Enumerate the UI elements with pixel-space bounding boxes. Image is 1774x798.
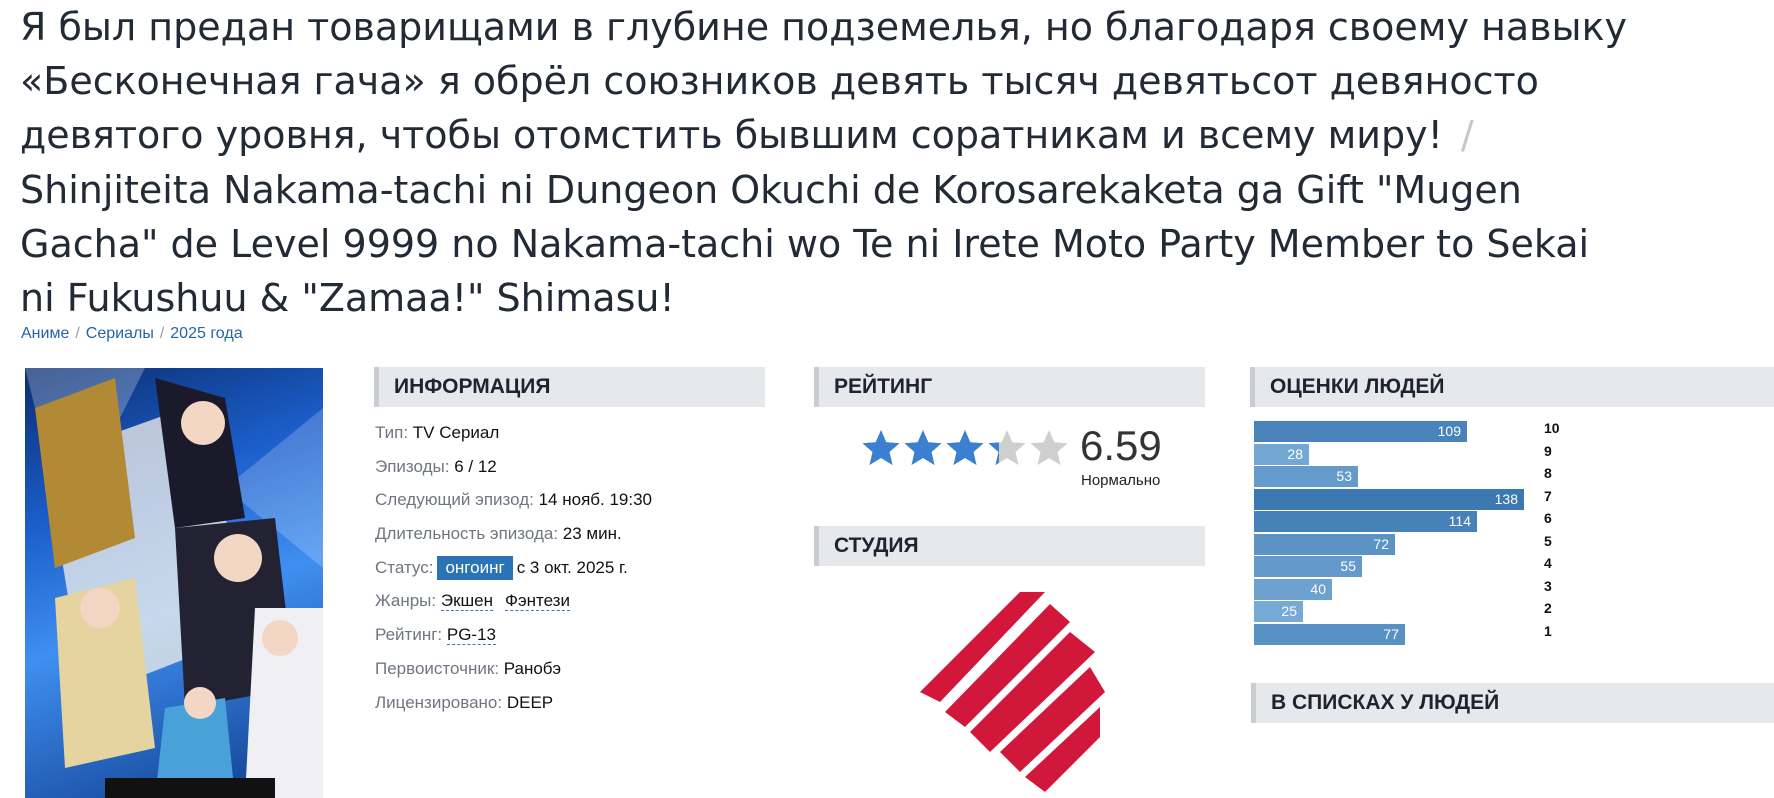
vote-bar: 53 — [1254, 466, 1358, 487]
info-label: Длительность эпизода: — [375, 524, 559, 544]
star-icon — [988, 430, 1026, 465]
vote-score-label: 2 — [1544, 600, 1552, 616]
info-row-episodes: Эпизоды: 6 / 12 — [375, 450, 652, 484]
info-row-genres: Жанры: Экшен Фэнтези — [375, 584, 652, 618]
votes-heading: ОЦЕНКИ ЛЮДЕЙ — [1250, 367, 1774, 407]
breadcrumb-separator: / — [75, 325, 80, 342]
vote-score-label: 8 — [1544, 465, 1552, 481]
info-label: Первоисточник: — [375, 658, 499, 678]
rating-heading: РЕЙТИНГ — [814, 367, 1205, 407]
title-line: Shinjiteita Nakama-tachi ni Dungeon Okuc… — [20, 167, 1522, 212]
info-row-licensed: Лицензировано: DEEP — [375, 686, 652, 720]
vote-bar: 72 — [1254, 533, 1395, 555]
info-row-status: Статус: онгоинг с 3 окт. 2025 г. — [375, 551, 652, 585]
title-line: Я был предан товарищами в глубине подзем… — [20, 5, 1628, 49]
info-label: Лицензировано: — [375, 692, 503, 712]
genre-link[interactable]: Экшен — [440, 591, 494, 612]
star-icon — [904, 430, 942, 465]
vote-score-label: 6 — [1544, 510, 1552, 526]
info-label: Жанры: — [375, 591, 437, 611]
title-line-text: девятого уровня, чтобы отомстить бывшим … — [20, 113, 1443, 158]
vote-bar: 114 — [1254, 511, 1477, 532]
vote-bar: 77 — [1254, 623, 1405, 645]
info-panel: Тип: TV Сериал Эпизоды: 6 / 12 Следующий… — [375, 416, 652, 719]
info-value: Ранобэ — [503, 658, 562, 678]
info-value: 6 / 12 — [454, 456, 497, 476]
vote-bar: 109 — [1254, 421, 1467, 442]
star-icon — [946, 430, 984, 465]
poster-art — [25, 368, 323, 798]
title-line: Gacha" de Level 9999 no Nakama-tachi wo … — [20, 221, 1590, 266]
studio-heading: СТУДИЯ — [814, 526, 1205, 566]
info-value: 14 нояб. 19:30 — [538, 490, 652, 510]
info-label: Следующий эпизод: — [375, 490, 534, 510]
info-label: Рейтинг: — [375, 625, 443, 645]
breadcrumb-link[interactable]: Сериалы — [86, 325, 154, 342]
title-line: девятого уровня, чтобы отомстить бывшим … — [20, 108, 1774, 162]
lists-heading: В СПИСКАХ У ЛЮДЕЙ — [1251, 683, 1774, 723]
studio-logo-icon — [920, 592, 1105, 792]
breadcrumb: Аниме / Сериалы / 2025 года — [21, 325, 243, 343]
star-icon — [1030, 430, 1068, 465]
info-row-type: Тип: TV Сериал — [375, 416, 652, 450]
vote-bar: 40 — [1254, 578, 1332, 600]
info-row-source: Первоисточник: Ранобэ — [375, 652, 652, 686]
status-badge[interactable]: онгоинг — [437, 556, 513, 581]
title-separator: / — [1460, 113, 1474, 158]
info-label: Тип: — [375, 423, 409, 442]
info-value: TV Сериал — [412, 423, 500, 442]
age-rating-link[interactable]: PG-13 — [446, 625, 497, 646]
genre-link[interactable]: Фэнтези — [505, 591, 570, 612]
info-label: Статус: — [375, 557, 434, 577]
rating-stars — [861, 428, 1071, 468]
title-line: «Бесконечная гача» я обрёл союзников дев… — [20, 59, 1539, 104]
rating-score: 6.59 — [1080, 422, 1162, 469]
vote-score-label: 9 — [1544, 442, 1552, 459]
vote-score-label: 4 — [1544, 555, 1552, 571]
vote-score-label: 3 — [1544, 577, 1552, 594]
vote-bar: 138 — [1254, 488, 1524, 510]
info-value: с 3 окт. 2025 г. — [516, 557, 628, 577]
title-line: ni Fukushuu & "Zamaa!" Shimasu! — [20, 276, 675, 321]
vote-score-label: 5 — [1544, 532, 1552, 549]
vote-bar: 55 — [1254, 556, 1362, 577]
vote-score-label: 1 — [1544, 622, 1552, 639]
info-row-rating: Рейтинг: PG-13 — [375, 618, 652, 652]
info-value: 23 мин. — [562, 524, 622, 544]
info-value: DEEP — [506, 692, 554, 712]
breadcrumb-separator: / — [159, 325, 165, 342]
star-icon — [862, 430, 900, 465]
info-label: Эпизоды: — [375, 456, 450, 476]
info-row-duration: Длительность эпизода: 23 мин. — [375, 517, 652, 551]
vote-bar: 28 — [1254, 443, 1309, 465]
breadcrumb-link[interactable]: 2025 года — [170, 325, 242, 342]
poster-image[interactable] — [25, 368, 323, 798]
breadcrumb-link[interactable]: Аниме — [21, 325, 69, 342]
vote-bar: 25 — [1254, 601, 1303, 622]
info-heading: ИНФОРМАЦИЯ — [374, 367, 765, 407]
rating-label: Нормально — [1081, 472, 1161, 489]
studio-logo[interactable] — [920, 592, 1120, 798]
page-title: Я был предан товарищами в глубине подзем… — [20, 0, 1774, 325]
vote-score-label: 10 — [1544, 420, 1560, 436]
vote-score-label: 7 — [1544, 487, 1552, 504]
info-row-next-episode: Следующий эпизод: 14 нояб. 19:30 — [375, 483, 652, 517]
